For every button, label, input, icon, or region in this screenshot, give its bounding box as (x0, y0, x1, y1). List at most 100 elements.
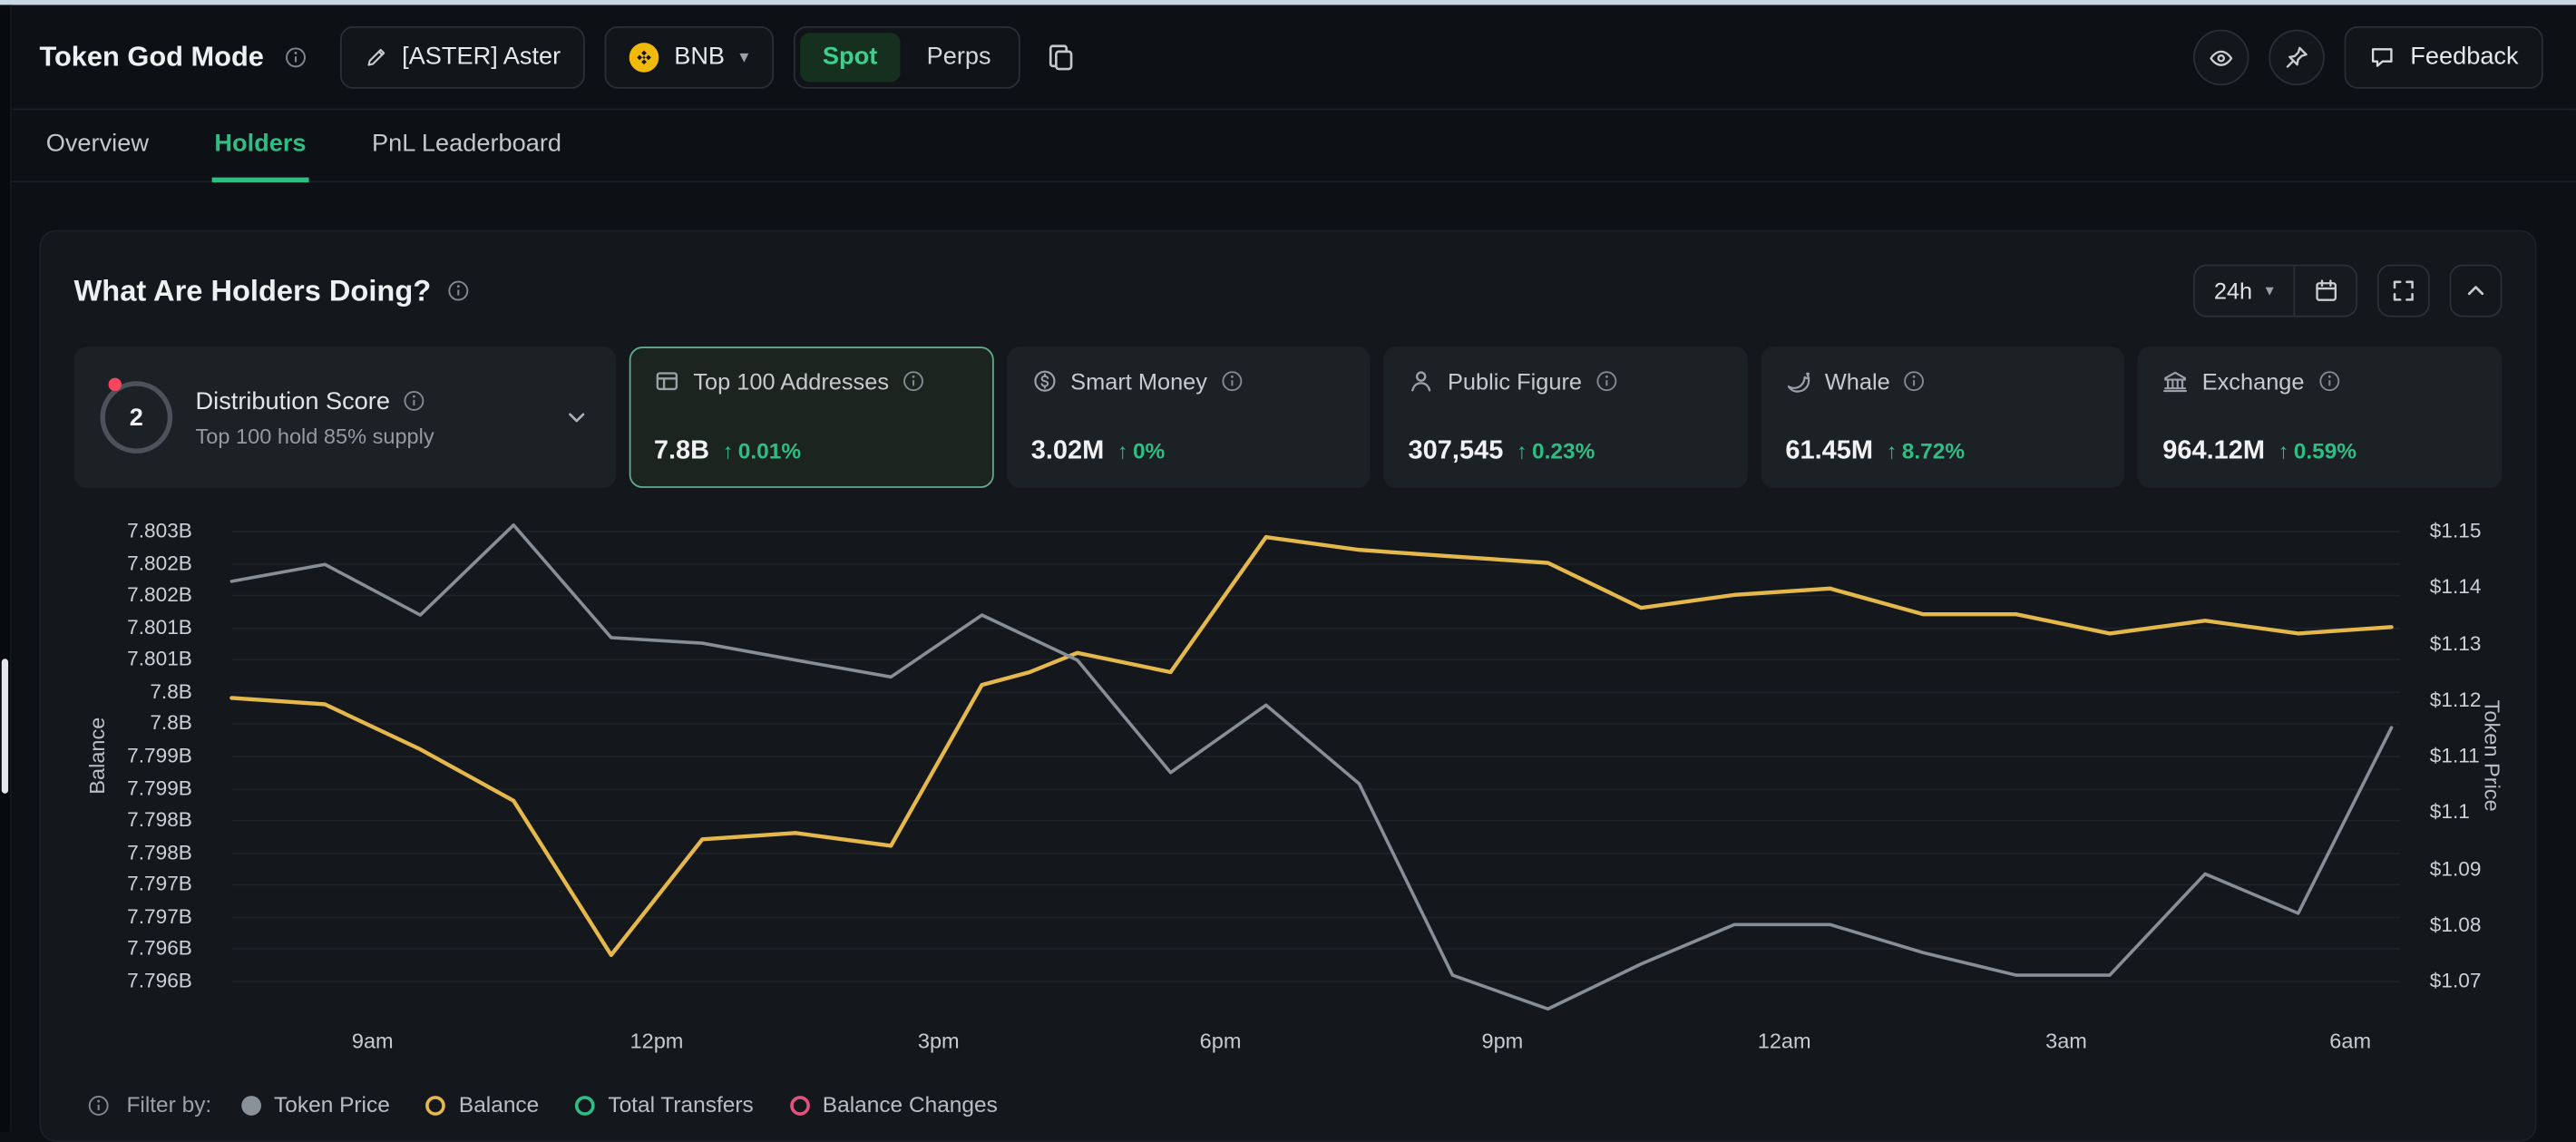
spot-toggle-button[interactable]: Spot (800, 32, 901, 81)
metric-label: Exchange (2202, 368, 2305, 395)
metric-card-top-100-addresses[interactable]: Top 100 Addresses7.8B↑0.01% (629, 347, 993, 488)
collapse-button[interactable] (2450, 265, 2503, 317)
token-selector-label: [ASTER] Aster (402, 43, 561, 71)
right-axis-tick: $1.09 (2430, 857, 2482, 880)
tab-holders[interactable]: Holders (211, 110, 309, 182)
chart-plot[interactable] (231, 531, 2400, 981)
distribution-score-subtitle: Top 100 hold 85% supply (196, 423, 541, 447)
metric-value: 61.45M (1785, 437, 1873, 467)
info-icon[interactable] (1903, 370, 1926, 393)
metric-value: 307,545 (1409, 437, 1504, 467)
chain-selector-button[interactable]: BNB ▾ (605, 25, 773, 88)
x-axis-labels: 9am12pm3pm6pm9pm12am3am6am (231, 1023, 2400, 1053)
filter-label: Filter by: (126, 1092, 211, 1117)
bnb-logo-icon (629, 42, 659, 72)
filter-option-balance-changes[interactable]: Balance Changes (790, 1092, 998, 1117)
chevron-down-icon[interactable] (563, 405, 590, 431)
x-axis-tick: 6pm (1200, 1029, 1242, 1053)
metric-label: Public Figure (1448, 368, 1582, 395)
pin-button[interactable] (2269, 29, 2326, 85)
up-arrow-icon: ↑ (723, 439, 734, 464)
up-arrow-icon: ↑ (1887, 439, 1898, 464)
metric-change: ↑0.59% (2278, 439, 2357, 464)
feedback-label: Feedback (2410, 43, 2518, 71)
timeframe-label: 24h (2214, 278, 2252, 304)
filter-row: Filter by: Token Price Balance Total Trans… (74, 1092, 2503, 1117)
left-axis-tick: 7.798B (74, 841, 192, 864)
filter-option-token-price[interactable]: Token Price (241, 1092, 390, 1117)
metric-change: ↑0.23% (1517, 439, 1595, 464)
chat-icon (2369, 44, 2395, 70)
info-icon[interactable] (903, 370, 925, 393)
filter-option-balance[interactable]: Balance (426, 1092, 540, 1117)
up-arrow-icon: ↑ (1117, 439, 1128, 464)
metric-value: 964.12M (2162, 437, 2265, 467)
left-axis-tick: 7.8B (74, 712, 192, 735)
left-axis-tick: 7.799B (74, 744, 192, 766)
x-axis-tick: 9pm (1481, 1029, 1523, 1053)
panel-controls: 24h ▾ (2192, 265, 2502, 317)
left-axis-tick: 7.8B (74, 680, 192, 703)
x-axis-tick: 9am (352, 1029, 394, 1053)
copy-button[interactable] (1040, 35, 1083, 78)
metric-card-exchange[interactable]: Exchange 964.12M ↑0.59% (2138, 347, 2502, 488)
right-axis-tick: $1.14 (2430, 575, 2482, 598)
public-figure-icon (1409, 368, 1435, 395)
watch-button[interactable] (2193, 29, 2249, 85)
timeframe-button[interactable]: 24h ▾ (2194, 266, 2293, 315)
filter-option-total-transfers[interactable]: Total Transfers (575, 1092, 754, 1117)
metric-value: 3.02M (1031, 437, 1105, 467)
info-icon[interactable] (2317, 370, 2340, 393)
filter-options: Token Price Balance Total Transfers Balance… (241, 1092, 998, 1117)
left-axis-tick: 7.799B (74, 776, 192, 799)
tab-overview[interactable]: Overview (43, 110, 151, 182)
timeframe-group: 24h ▾ (2192, 265, 2357, 317)
info-icon[interactable] (403, 389, 425, 412)
left-axis-tick: 7.802B (74, 583, 192, 606)
right-axis-tick: $1.1 (2430, 801, 2470, 824)
right-axis-tick: $1.08 (2430, 913, 2482, 936)
filter-option-label: Total Transfers (608, 1092, 753, 1117)
calendar-icon (2312, 278, 2338, 304)
addresses-icon (654, 368, 680, 395)
x-axis-tick: 6am (2329, 1029, 2371, 1053)
perps-toggle-button[interactable]: Perps (903, 32, 1014, 81)
calendar-button[interactable] (2293, 266, 2356, 315)
panel-header: What Are Holders Doing? 24h ▾ (74, 265, 2503, 317)
filter-option-label: Balance Changes (823, 1092, 998, 1117)
pencil-icon (364, 45, 386, 68)
left-scrollbar-thumb[interactable] (2, 659, 8, 794)
chart-lines (231, 531, 2400, 981)
left-axis-tick: 7.797B (74, 873, 192, 895)
info-icon[interactable] (87, 1093, 110, 1116)
x-axis-tick: 12pm (630, 1029, 684, 1053)
distribution-score-text: Distribution Score Top 100 hold 85% supp… (196, 387, 541, 448)
info-icon[interactable] (1220, 370, 1243, 393)
distribution-score-value: 2 (130, 404, 143, 432)
legend-marker (426, 1095, 446, 1115)
metric-label: Top 100 Addresses (693, 368, 889, 395)
info-icon[interactable] (284, 45, 307, 68)
holders-activity-panel: What Are Holders Doing? 24h ▾ (39, 230, 2536, 1142)
feedback-button[interactable]: Feedback (2345, 25, 2543, 88)
x-axis-tick: 3pm (918, 1029, 960, 1053)
metric-change: ↑0.01% (723, 439, 802, 464)
chevron-down-icon: ▾ (2266, 282, 2274, 300)
tab-pnl-leaderboard[interactable]: PnL Leaderboard (368, 110, 564, 182)
exchange-icon (2162, 368, 2189, 395)
left-axis-tick: 7.796B (74, 970, 192, 992)
metric-label: Smart Money (1070, 368, 1207, 395)
distribution-score-label: Distribution Score (196, 387, 390, 415)
fullscreen-button[interactable] (2377, 265, 2430, 317)
filter-option-label: Token Price (274, 1092, 390, 1117)
info-icon[interactable] (447, 279, 470, 302)
token-selector-button[interactable]: [ASTER] Aster (339, 25, 585, 88)
metric-card-public-figure[interactable]: Public Figure 307,545 ↑0.23% (1383, 347, 1747, 488)
metric-card-smart-money[interactable]: Smart Money3.02M↑0% (1007, 347, 1371, 488)
info-icon[interactable] (1595, 370, 1617, 393)
distribution-score-card[interactable]: 2 Distribution Score Top 100 hold 85% su… (74, 347, 617, 488)
legend-marker (790, 1095, 810, 1115)
legend-marker (241, 1095, 261, 1115)
tab-bar: Overview Holders PnL Leaderboard (0, 110, 2576, 182)
metric-card-whale[interactable]: Whale61.45M↑8.72% (1761, 347, 2124, 488)
